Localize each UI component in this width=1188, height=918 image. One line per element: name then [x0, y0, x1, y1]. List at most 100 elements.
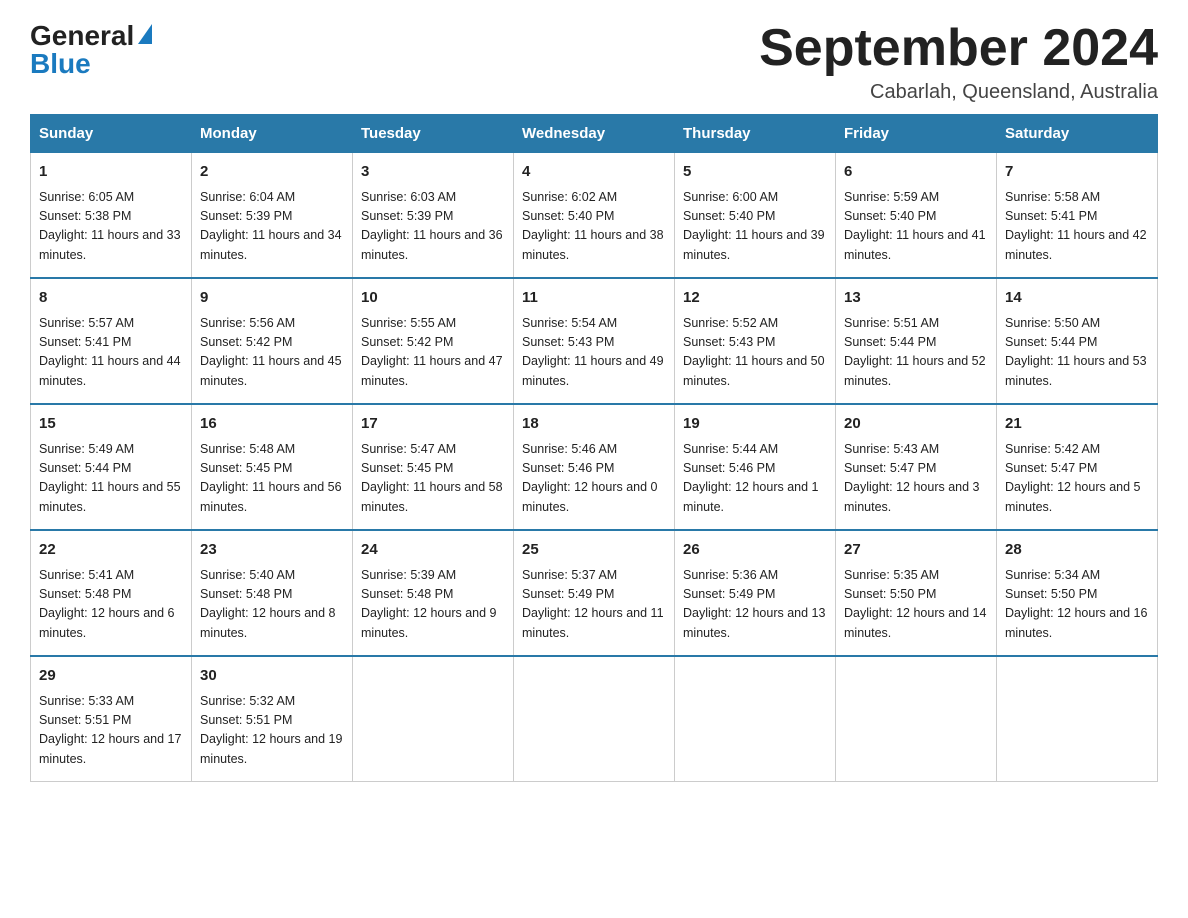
calendar-cell: 11 Sunrise: 5:54 AMSunset: 5:43 PMDayligh… [514, 278, 675, 404]
day-info: Sunrise: 5:58 AMSunset: 5:41 PMDaylight:… [1005, 188, 1149, 266]
calendar-cell: 2 Sunrise: 6:04 AMSunset: 5:39 PMDaylight… [192, 153, 353, 279]
calendar-cell: 16Sunrise: 5:48 AMSunset: 5:45 PMDayligh… [192, 404, 353, 530]
day-info: Sunrise: 5:37 AMSunset: 5:49 PMDaylight:… [522, 566, 666, 644]
day-number: 4 [522, 161, 666, 184]
calendar-cell: 4Sunrise: 6:02 AMSunset: 5:40 PMDaylight… [514, 153, 675, 279]
weekday-header-thursday: Thursday [675, 115, 836, 153]
day-number: 14 [1005, 287, 1149, 310]
calendar-title: September 2024 Cabarlah, Queensland, Aus… [759, 20, 1158, 104]
day-info: Sunrise: 5:36 AMSunset: 5:49 PMDaylight:… [683, 566, 827, 644]
day-info: Sunrise: 5:34 AMSunset: 5:50 PMDaylight:… [1005, 566, 1149, 644]
weekday-header-tuesday: Tuesday [353, 115, 514, 153]
day-info: Sunrise: 5:46 AMSunset: 5:46 PMDaylight:… [522, 440, 666, 518]
day-info: Sunrise: 6:05 AMSunset: 5:38 PMDaylight:… [39, 188, 183, 266]
day-info: Sunrise: 5:35 AMSunset: 5:50 PMDaylight:… [844, 566, 988, 644]
calendar-cell: 1Sunrise: 6:05 AMSunset: 5:38 PMDaylight… [31, 153, 192, 279]
day-number: 13 [844, 287, 988, 310]
day-info: Sunrise: 5:39 AMSunset: 5:48 PMDaylight:… [361, 566, 505, 644]
day-number: 11 [522, 287, 666, 310]
day-number: 20 [844, 413, 988, 436]
calendar-cell: 3 Sunrise: 6:03 AMSunset: 5:39 PMDaylight… [353, 153, 514, 279]
day-number: 25 [522, 539, 666, 562]
calendar-week-row: 22 Sunrise: 5:41 AMSunset: 5:48 PMDayligh… [31, 530, 1158, 656]
day-number: 19 [683, 413, 827, 436]
day-info: Sunrise: 6:00 AMSunset: 5:40 PMDaylight:… [683, 188, 827, 266]
day-number: 16 [200, 413, 344, 436]
month-year-heading: September 2024 [759, 20, 1158, 77]
day-number: 23 [200, 539, 344, 562]
calendar-cell: 14 Sunrise: 5:50 AMSunset: 5:44 PMDayligh… [997, 278, 1158, 404]
day-number: 22 [39, 539, 183, 562]
day-info: Sunrise: 5:49 AMSunset: 5:44 PMDaylight:… [39, 440, 183, 518]
day-number: 15 [39, 413, 183, 436]
day-number: 12 [683, 287, 827, 310]
day-info: Sunrise: 5:43 AMSunset: 5:47 PMDaylight:… [844, 440, 988, 518]
calendar-table: SundayMondayTuesdayWednesdayThursdayFrid… [30, 114, 1158, 782]
calendar-cell [997, 656, 1158, 782]
day-number: 3 [361, 161, 505, 184]
day-number: 26 [683, 539, 827, 562]
weekday-header-friday: Friday [836, 115, 997, 153]
calendar-cell: 8 Sunrise: 5:57 AMSunset: 5:41 PMDaylight… [31, 278, 192, 404]
day-number: 17 [361, 413, 505, 436]
day-info: Sunrise: 5:47 AMSunset: 5:45 PMDaylight:… [361, 440, 505, 518]
day-info: Sunrise: 5:50 AMSunset: 5:44 PMDaylight:… [1005, 314, 1149, 392]
calendar-cell: 30 Sunrise: 5:32 AMSunset: 5:51 PMDayligh… [192, 656, 353, 782]
day-number: 27 [844, 539, 988, 562]
calendar-cell: 20 Sunrise: 5:43 AMSunset: 5:47 PMDayligh… [836, 404, 997, 530]
calendar-week-row: 1Sunrise: 6:05 AMSunset: 5:38 PMDaylight… [31, 153, 1158, 279]
calendar-cell: 19 Sunrise: 5:44 AMSunset: 5:46 PMDayligh… [675, 404, 836, 530]
day-number: 18 [522, 413, 666, 436]
day-info: Sunrise: 5:57 AMSunset: 5:41 PMDaylight:… [39, 314, 183, 392]
day-number: 8 [39, 287, 183, 310]
day-info: Sunrise: 5:56 AMSunset: 5:42 PMDaylight:… [200, 314, 344, 392]
day-info: Sunrise: 5:40 AMSunset: 5:48 PMDaylight:… [200, 566, 344, 644]
calendar-cell: 22 Sunrise: 5:41 AMSunset: 5:48 PMDayligh… [31, 530, 192, 656]
day-info: Sunrise: 5:51 AMSunset: 5:44 PMDaylight:… [844, 314, 988, 392]
day-info: Sunrise: 5:52 AMSunset: 5:43 PMDaylight:… [683, 314, 827, 392]
day-info: Sunrise: 5:44 AMSunset: 5:46 PMDaylight:… [683, 440, 827, 518]
day-info: Sunrise: 5:55 AMSunset: 5:42 PMDaylight:… [361, 314, 505, 392]
day-info: Sunrise: 5:41 AMSunset: 5:48 PMDaylight:… [39, 566, 183, 644]
calendar-cell: 25 Sunrise: 5:37 AMSunset: 5:49 PMDayligh… [514, 530, 675, 656]
calendar-cell: 6Sunrise: 5:59 AMSunset: 5:40 PMDaylight… [836, 153, 997, 279]
page-header: General Blue September 2024 Cabarlah, Qu… [30, 20, 1158, 104]
calendar-cell: 10Sunrise: 5:55 AMSunset: 5:42 PMDayligh… [353, 278, 514, 404]
calendar-cell [353, 656, 514, 782]
calendar-cell: 21 Sunrise: 5:42 AMSunset: 5:47 PMDayligh… [997, 404, 1158, 530]
day-number: 21 [1005, 413, 1149, 436]
calendar-cell: 17 Sunrise: 5:47 AMSunset: 5:45 PMDayligh… [353, 404, 514, 530]
day-number: 2 [200, 161, 344, 184]
logo-triangle-icon [138, 24, 152, 44]
calendar-cell: 26 Sunrise: 5:36 AMSunset: 5:49 PMDayligh… [675, 530, 836, 656]
day-info: Sunrise: 5:42 AMSunset: 5:47 PMDaylight:… [1005, 440, 1149, 518]
calendar-cell: 29 Sunrise: 5:33 AMSunset: 5:51 PMDayligh… [31, 656, 192, 782]
weekday-header-row: SundayMondayTuesdayWednesdayThursdayFrid… [31, 115, 1158, 153]
day-number: 29 [39, 665, 183, 688]
day-info: Sunrise: 6:03 AMSunset: 5:39 PMDaylight:… [361, 188, 505, 266]
day-number: 28 [1005, 539, 1149, 562]
day-info: Sunrise: 5:54 AMSunset: 5:43 PMDaylight:… [522, 314, 666, 392]
day-number: 5 [683, 161, 827, 184]
calendar-cell [836, 656, 997, 782]
calendar-cell [514, 656, 675, 782]
location-text: Cabarlah, Queensland, Australia [759, 81, 1158, 104]
weekday-header-wednesday: Wednesday [514, 115, 675, 153]
day-number: 30 [200, 665, 344, 688]
calendar-cell: 18 Sunrise: 5:46 AMSunset: 5:46 PMDayligh… [514, 404, 675, 530]
weekday-header-monday: Monday [192, 115, 353, 153]
logo-blue-text: Blue [30, 48, 91, 80]
calendar-cell: 13 Sunrise: 5:51 AMSunset: 5:44 PMDayligh… [836, 278, 997, 404]
day-info: Sunrise: 5:32 AMSunset: 5:51 PMDaylight:… [200, 692, 344, 770]
calendar-cell: 7Sunrise: 5:58 AMSunset: 5:41 PMDaylight… [997, 153, 1158, 279]
calendar-cell: 24 Sunrise: 5:39 AMSunset: 5:48 PMDayligh… [353, 530, 514, 656]
calendar-week-row: 15 Sunrise: 5:49 AMSunset: 5:44 PMDayligh… [31, 404, 1158, 530]
day-info: Sunrise: 6:04 AMSunset: 5:39 PMDaylight:… [200, 188, 344, 266]
calendar-cell: 15 Sunrise: 5:49 AMSunset: 5:44 PMDayligh… [31, 404, 192, 530]
day-info: Sunrise: 5:59 AMSunset: 5:40 PMDaylight:… [844, 188, 988, 266]
day-number: 9 [200, 287, 344, 310]
calendar-cell: 28 Sunrise: 5:34 AMSunset: 5:50 PMDayligh… [997, 530, 1158, 656]
calendar-cell [675, 656, 836, 782]
day-number: 24 [361, 539, 505, 562]
day-info: Sunrise: 5:33 AMSunset: 5:51 PMDaylight:… [39, 692, 183, 770]
